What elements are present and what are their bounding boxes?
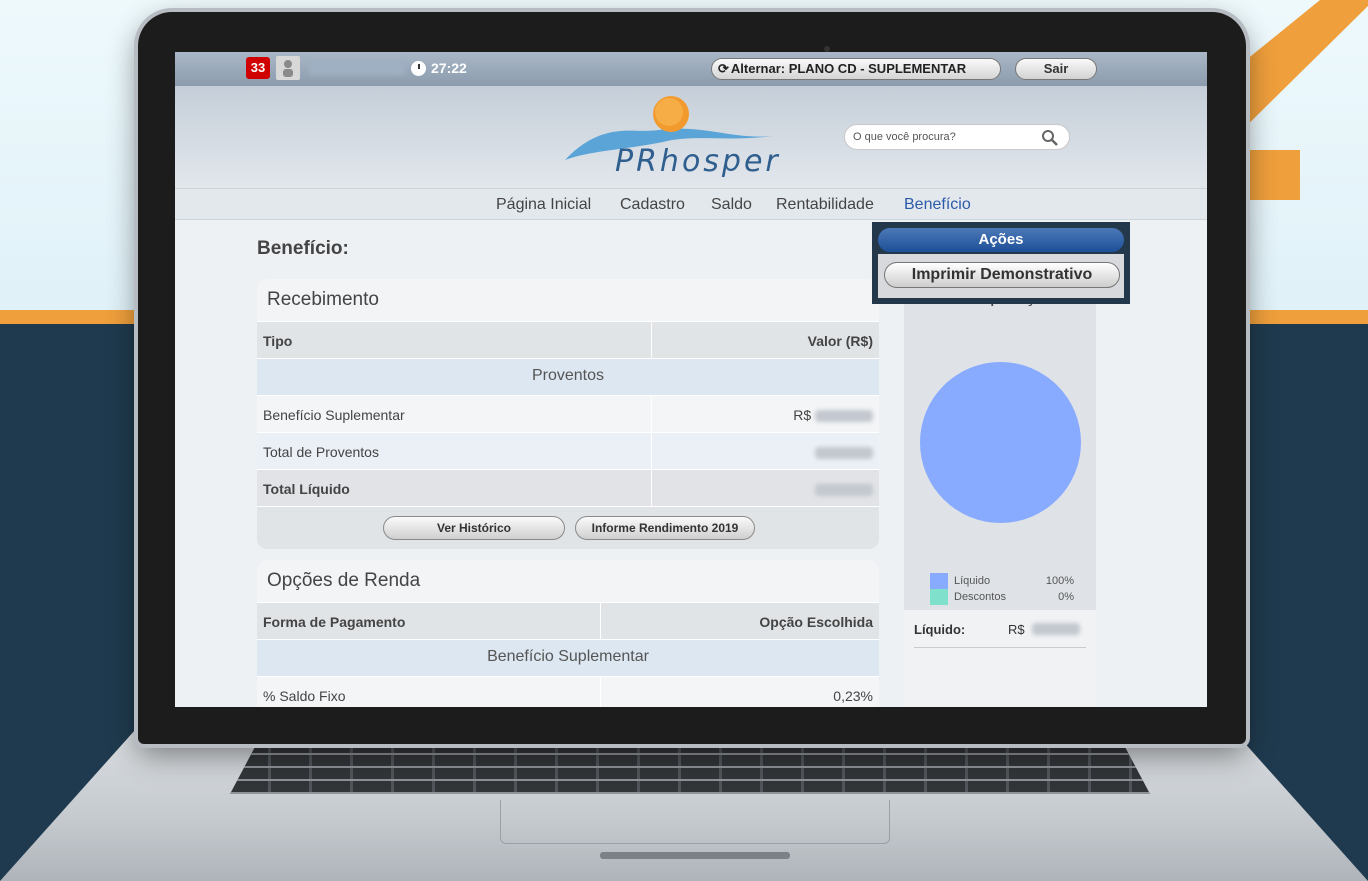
col-tipo: Tipo: [263, 333, 293, 349]
search-input[interactable]: [853, 129, 1033, 145]
notification-badge[interactable]: 33: [246, 57, 270, 79]
user-name-blurred: [309, 61, 405, 75]
main-nav: Página Inicial Cadastro Saldo Rentabilid…: [175, 188, 1207, 220]
blurred-value: [815, 410, 873, 423]
acoes-dropdown: Ações Imprimir Demonstrativo: [872, 222, 1130, 304]
blurred-value: [1032, 623, 1080, 635]
nav-item-pagina-inicial[interactable]: Página Inicial: [496, 196, 591, 214]
group-row-proventos: Proventos: [257, 358, 879, 395]
row-label: % Saldo Fixo: [263, 688, 346, 704]
table-header-row: Tipo Valor (R$): [257, 321, 879, 358]
column-divider: [651, 322, 652, 358]
legend-value: 0%: [1058, 591, 1074, 603]
column-divider: [651, 470, 652, 506]
pie-legend: Líquido 100% Descontos 0%: [930, 573, 1080, 605]
laptop-trackpad: [500, 800, 890, 844]
laptop-notch: [600, 852, 790, 859]
row-value: [815, 444, 873, 460]
legend-value: 100%: [1045, 575, 1074, 587]
row-value: 0,23%: [833, 688, 873, 704]
liquido-currency: R$: [1008, 622, 1025, 637]
nav-item-beneficio[interactable]: Benefício: [904, 196, 971, 214]
browser-screen: 33 27:22 ⟳ Alternar: PLANO CD - SUPLEMENT…: [175, 52, 1207, 707]
table-row: Total de Proventos: [257, 432, 879, 469]
col-valor: Valor (R$): [807, 333, 873, 349]
search-icon[interactable]: [1041, 129, 1059, 147]
legend-item: Líquido 100%: [930, 573, 1080, 589]
table-header-row: Forma de Pagamento Opção Escolhida: [257, 602, 879, 639]
opcoes-title: Opções de Renda: [257, 560, 879, 602]
logo-text: PRhosper: [615, 144, 781, 179]
opcoes-renda-panel: Opções de Renda Forma de Pagamento Opção…: [257, 560, 879, 707]
row-label: Total de Proventos: [263, 444, 379, 460]
nav-item-cadastro[interactable]: Cadastro: [620, 196, 685, 214]
column-divider: [651, 396, 652, 432]
table-row: Total Líquido: [257, 469, 879, 506]
alternar-plano-button[interactable]: ⟳ Alternar: PLANO CD - SUPLEMENTAR: [711, 58, 1001, 80]
row-label: Total Líquido: [263, 481, 350, 497]
pie-slice-liquido: [920, 362, 1081, 523]
row-value: [815, 481, 873, 497]
column-divider: [600, 603, 601, 639]
legend-label: Descontos: [954, 591, 1006, 603]
column-divider: [651, 433, 652, 469]
row-value: R$: [793, 407, 873, 423]
blurred-value: [815, 484, 873, 497]
top-bar: 33 27:22 ⟳ Alternar: PLANO CD - SUPLEMENT…: [175, 52, 1207, 86]
composicao-panel: Composição Líquido 100% Descontos 0%: [904, 280, 1096, 707]
keyboard-rows: [230, 742, 1150, 794]
search-box[interactable]: [844, 124, 1070, 150]
ver-historico-button[interactable]: Ver Histórico: [383, 516, 565, 540]
col-opcao-escolhida: Opção Escolhida: [759, 614, 873, 630]
page-title: Benefício:: [257, 238, 349, 259]
clock-icon: [411, 61, 426, 76]
liquido-summary: Líquido: R$: [914, 622, 1086, 648]
legend-item: Descontos 0%: [930, 589, 1080, 605]
group-label: Benefício Suplementar: [487, 648, 649, 665]
imprimir-demonstrativo-button[interactable]: Imprimir Demonstrativo: [884, 262, 1120, 288]
group-label: Proventos: [531, 367, 605, 384]
table-row: % Saldo Fixo 0,23%: [257, 676, 879, 707]
acoes-menu-body: Imprimir Demonstrativo: [878, 254, 1124, 298]
column-divider: [600, 677, 601, 707]
legend-label: Líquido: [954, 575, 991, 587]
informe-rendimento-button[interactable]: Informe Rendimento 2019: [575, 516, 755, 540]
user-silhouette-icon: [283, 60, 293, 77]
header: PRhosper: [175, 86, 1207, 188]
nav-item-rentabilidade[interactable]: Rentabilidade: [776, 196, 874, 214]
acoes-header-button[interactable]: Ações: [878, 228, 1124, 252]
button-row: Ver Histórico Informe Rendimento 2019: [257, 506, 879, 549]
refresh-icon: ⟳: [718, 61, 729, 76]
alternar-label: Alternar: PLANO CD - SUPLEMENTAR: [730, 61, 967, 76]
session-timer: 27:22: [431, 60, 467, 76]
recebimento-title: Recebimento: [257, 279, 879, 321]
table-row: Benefício Suplementar R$: [257, 395, 879, 432]
legend-swatch-descontos: [930, 589, 948, 605]
row-label: Benefício Suplementar: [263, 407, 405, 423]
recebimento-panel: Recebimento Tipo Valor (R$) Proventos Be…: [257, 279, 879, 549]
nav-item-saldo[interactable]: Saldo: [711, 196, 752, 214]
liquido-label: Líquido:: [914, 622, 966, 637]
group-row-beneficio: Benefício Suplementar: [257, 639, 879, 676]
pie-chart: [920, 362, 1081, 523]
blurred-value: [815, 447, 873, 460]
composicao-chart: Composição Líquido 100% Descontos 0%: [904, 280, 1096, 610]
avatar[interactable]: [276, 56, 300, 80]
sair-button[interactable]: Sair: [1015, 58, 1097, 80]
col-forma-pagamento: Forma de Pagamento: [263, 614, 406, 630]
legend-swatch-liquido: [930, 573, 948, 589]
